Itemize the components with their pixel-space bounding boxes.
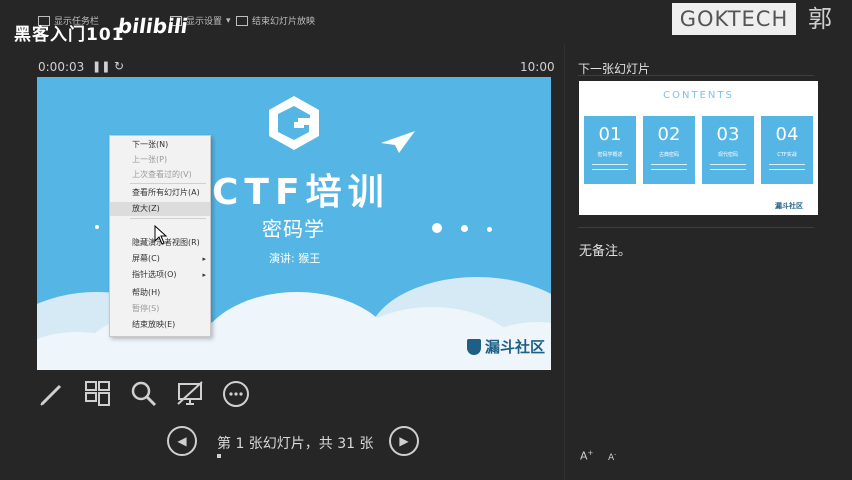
watermark-char: 郭 [808,5,832,33]
paper-plane-icon [381,131,415,153]
pen-icon[interactable] [38,380,66,408]
chevron-down-icon: ▾ [226,15,231,26]
contents-card: 04 CTF实战 [761,116,813,184]
elapsed-timer: 0:00:03 [38,60,85,74]
menu-item-help[interactable]: 帮助(H) [110,286,210,300]
chevron-right-icon: ▸ [202,255,206,263]
reset-timer-icon[interactable]: ↻ [114,59,124,73]
panel-divider [564,44,565,480]
divider [578,75,814,76]
menu-item-zoom[interactable]: 放大(Z) [110,202,210,216]
decor-dot [432,223,442,233]
slide-logo: 漏斗社区 [467,336,545,357]
decrease-font-button[interactable]: A- [608,451,616,463]
decor-dot [461,225,468,232]
zoom-icon[interactable] [130,380,158,408]
divider [578,227,814,228]
menu-item-next[interactable]: 下一张(N) [110,138,210,152]
g-logo-icon [269,96,319,150]
increase-font-button[interactable]: A+ [580,449,593,463]
menu-item-pointer[interactable]: 指针选项(O) ▸ [110,268,210,282]
chevron-right-icon: ▶ [399,434,409,448]
thumb-logo: 漏斗社区 [775,202,803,210]
cursor-icon [154,225,168,245]
pause-timer-icon[interactable]: ❚❚ [92,60,110,73]
slide-title: CTF培训 [212,172,390,213]
more-options-icon[interactable] [222,380,250,408]
menu-item-screen[interactable]: 屏幕(C) ▸ [110,252,210,266]
video-overlay-title: 黑客入门101 [14,25,125,45]
menu-item-last-viewed[interactable]: 上次查看过的(V) [110,168,210,182]
menu-item-pause[interactable]: 暂停(S) [110,302,210,316]
chevron-left-icon: ◀ [177,434,187,448]
slides-grid-icon[interactable] [84,380,112,408]
black-screen-icon[interactable] [176,380,204,408]
end-show-button[interactable]: 结束幻灯片放映 [236,14,315,27]
next-slide-thumbnail[interactable]: CONTENTS 01 密码学概述 02 古典密码 03 现代密码 04 CTF… [579,81,818,215]
chevron-right-icon: ▸ [202,271,206,279]
contents-card: 03 现代密码 [702,116,754,184]
current-slide[interactable]: CTF培训 密码学 演讲: 猴王 漏斗社区 下一张(N) 上一张(P) 上次查看… [37,77,551,370]
end-show-icon [236,15,248,26]
slide-presenter: 演讲: 猴王 [269,252,321,265]
decor-dot [487,227,492,232]
next-slide-button[interactable]: ▶ [389,426,419,456]
shield-icon [467,338,481,355]
bilibili-logo: bilibili [116,14,190,38]
progress-marker [217,454,221,458]
contents-card: 02 古典密码 [643,116,695,184]
menu-item-end-show[interactable]: 结束放映(E) [110,318,210,332]
decor-dot [95,225,99,229]
current-time: 10:00 [520,60,555,74]
previous-slide-button[interactable]: ◀ [167,426,197,456]
thumb-title: CONTENTS [663,90,734,101]
contents-card: 01 密码学概述 [584,116,636,184]
watermark-brand: GOKTECH [672,3,796,35]
speaker-notes: 无备注。 [579,244,632,259]
slide-subtitle: 密码学 [262,217,325,241]
menu-item-see-all[interactable]: 查看所有幻灯片(A) [110,186,210,200]
slide-counter: 第 1 张幻灯片，共 31 张 [217,436,374,452]
menu-item-previous[interactable]: 上一张(P) [110,153,210,167]
